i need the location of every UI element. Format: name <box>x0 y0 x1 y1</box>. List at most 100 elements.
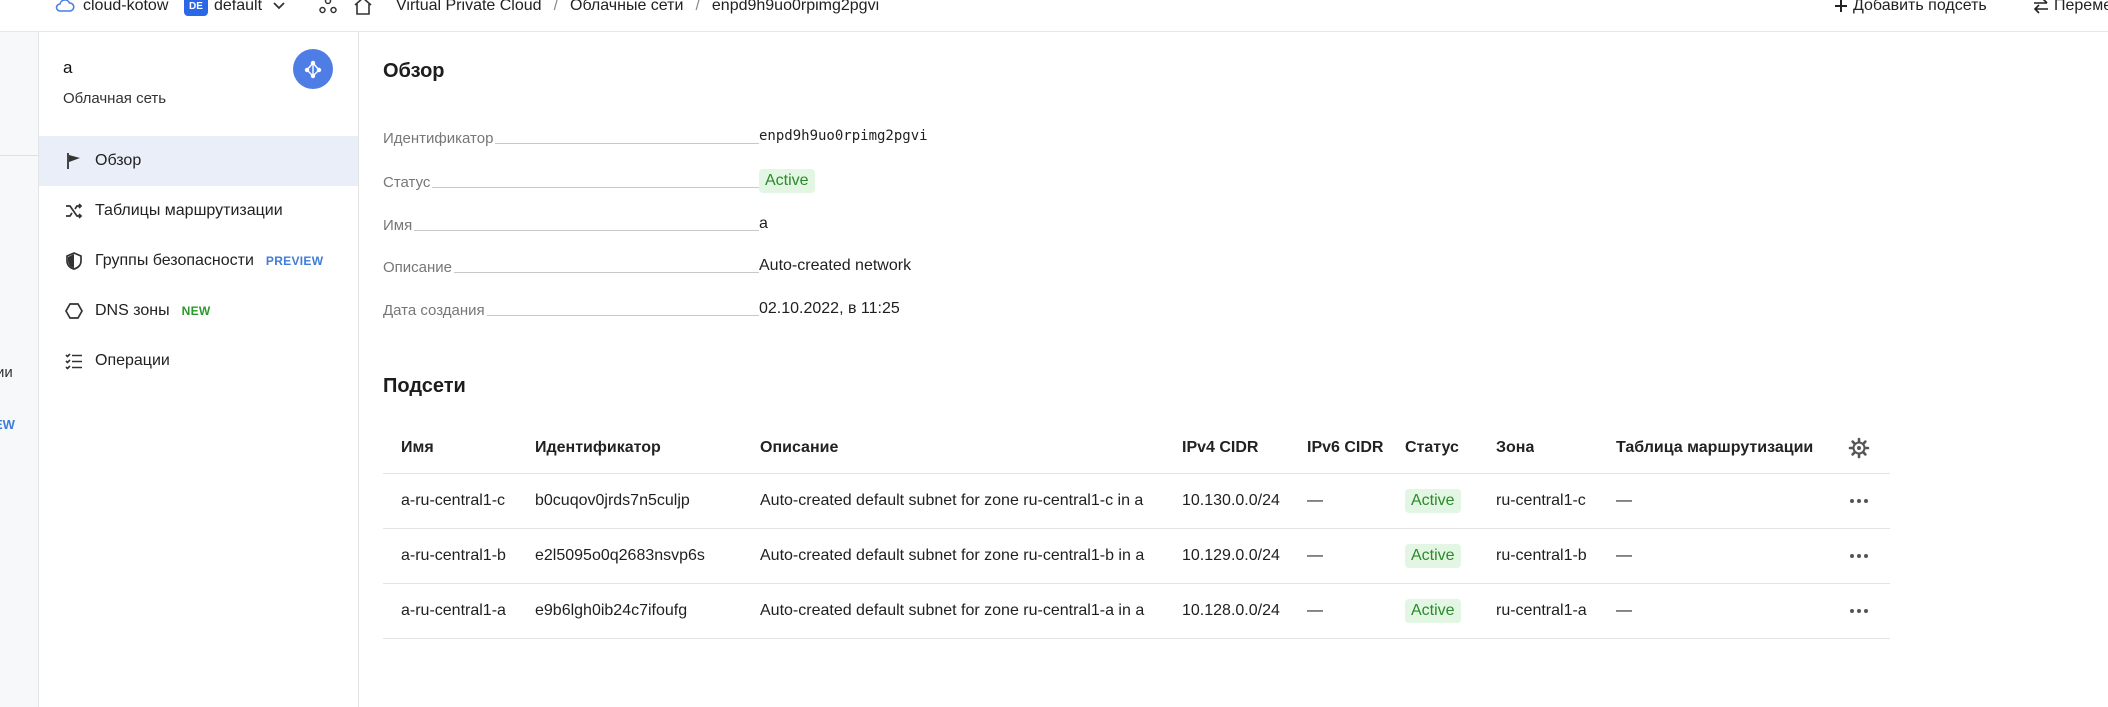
subnet-zone: ru-central1-b <box>1496 547 1587 564</box>
overview-heading: Обзор <box>383 60 445 82</box>
table-row[interactable]: a-ru-central1-a e9b6lgh0ib24c7ifoufg Aut… <box>383 584 1890 639</box>
subnet-ipv6: — <box>1307 602 1323 619</box>
row-actions-button[interactable] <box>1839 474 1879 528</box>
subnet-ipv4: 10.130.0.0/24 <box>1182 492 1280 509</box>
property-label: Идентификатор <box>383 130 494 147</box>
column-header[interactable]: IPv6 CIDR <box>1307 423 1383 473</box>
row-actions-button[interactable] <box>1839 529 1879 583</box>
network-description-value: Auto-created network <box>759 257 912 274</box>
top-bar: cloud-kotow DE default Virtual Private C… <box>0 0 2108 32</box>
subnet-name: a-ru-central1-c <box>401 492 506 509</box>
status-badge: Active <box>759 169 815 193</box>
subnet-description: Auto-created default subnet for zone ru-… <box>760 547 1145 564</box>
subnet-status: Active <box>1405 529 1461 583</box>
sidebar-item-label: DNS зоны <box>95 302 170 319</box>
status-badge: Active <box>1405 489 1461 513</box>
add-subnet-label: Добавить подсеть <box>1853 0 1987 14</box>
sidebar-item-operations[interactable]: Операции <box>39 336 358 386</box>
subnet-zone: ru-central1-a <box>1496 602 1587 619</box>
property-label: Имя <box>383 217 413 234</box>
leader-line <box>486 315 759 316</box>
subnet-status: Active <box>1405 584 1461 638</box>
subnets-table: Имя Идентификатор Описание IPv4 CIDR IPv… <box>383 423 1890 639</box>
network-name: a <box>63 58 73 77</box>
subnet-route-table: — <box>1616 547 1632 564</box>
property-label: Статус <box>383 174 431 191</box>
breadcrumb: Virtual Private Cloud / Облачные сети / … <box>396 0 879 18</box>
subnet-name: a-ru-central1-a <box>401 602 506 619</box>
sidebar-item-dns-zones[interactable]: DNS зоны NEW <box>39 286 358 336</box>
folder-badge: DE <box>184 0 208 16</box>
subnet-route-table: — <box>1616 492 1632 509</box>
more-icon <box>1850 609 1868 613</box>
subnet-ipv6: — <box>1307 492 1323 509</box>
sidebar-item-label: Обзор <box>95 152 142 169</box>
network-created-value: 02.10.2022, в 11:25 <box>759 300 900 317</box>
cloud-selector[interactable]: cloud-kotow <box>55 0 168 18</box>
subnet-status: Active <box>1405 474 1461 528</box>
column-header[interactable]: Зона <box>1496 423 1534 473</box>
gear-icon <box>1848 437 1870 459</box>
table-row[interactable]: a-ru-central1-b e2l5095o0q2683nsvp6s Aut… <box>383 529 1890 584</box>
services-button[interactable] <box>318 0 338 18</box>
move-label: Переме <box>2054 0 2108 14</box>
truncated-nav-text: ии <box>0 364 13 381</box>
row-actions-button[interactable] <box>1839 584 1879 638</box>
network-type: Облачная сеть <box>63 90 167 107</box>
new-tag: NEW <box>181 304 211 318</box>
property-name: Имя <box>383 215 759 235</box>
cloud-icon <box>55 0 75 12</box>
add-subnet-button[interactable]: Добавить подсеть <box>1834 0 1987 18</box>
breadcrumb-separator: / <box>553 0 559 14</box>
table-settings-button[interactable] <box>1839 423 1879 473</box>
network-id-value: enpd9h9uo0rpimg2pgvi <box>759 128 928 144</box>
shield-icon <box>63 250 85 272</box>
subnet-zone: ru-central1-c <box>1496 492 1586 509</box>
flag-icon <box>63 150 85 172</box>
column-header[interactable]: Идентификатор <box>535 423 661 473</box>
sidebar-item-route-tables[interactable]: Таблицы маршрутизации <box>39 186 358 236</box>
status-badge: Active <box>1405 599 1461 623</box>
table-header: Имя Идентификатор Описание IPv4 CIDR IPv… <box>383 423 1890 474</box>
leader-line <box>454 272 759 273</box>
move-button[interactable]: Переме <box>2032 0 2108 18</box>
subnets-heading: Подсети <box>383 375 466 397</box>
sidebar: a Облачная сеть Обзор Таблицы маршрутиза… <box>39 32 359 707</box>
leader-line <box>432 187 759 188</box>
home-icon <box>354 0 372 15</box>
folder-selector[interactable]: DE default <box>184 0 286 18</box>
column-header[interactable]: Имя <box>401 423 434 473</box>
subnet-ipv4: 10.129.0.0/24 <box>1182 547 1280 564</box>
breadcrumb-vpc[interactable]: Virtual Private Cloud <box>396 0 542 15</box>
breadcrumb-networks[interactable]: Облачные сети <box>570 0 683 15</box>
more-icon <box>1850 499 1868 503</box>
column-header[interactable]: Статус <box>1405 423 1459 473</box>
column-header[interactable]: IPv4 CIDR <box>1182 423 1258 473</box>
shuffle-icon <box>63 200 85 222</box>
checklist-icon <box>63 350 85 372</box>
column-header[interactable]: Таблица маршрутизации <box>1616 423 1813 473</box>
home-button[interactable] <box>352 0 374 18</box>
subnet-id: e9b6lgh0ib24c7ifoufg <box>535 602 688 619</box>
property-created: Дата создания <box>383 300 759 320</box>
swap-icon <box>2033 0 2048 14</box>
subnet-ipv4: 10.128.0.0/24 <box>1182 602 1280 619</box>
table-row[interactable]: a-ru-central1-c b0cuqov0jrds7n5culjp Aut… <box>383 474 1890 529</box>
subnet-ipv6: — <box>1307 547 1323 564</box>
sidebar-item-overview[interactable]: Обзор <box>39 136 358 186</box>
breadcrumb-current: enpd9h9uo0rpimg2pgvi <box>711 0 880 14</box>
sidebar-item-security-groups[interactable]: Группы безопасности PREVIEW <box>39 236 358 286</box>
network-status-value: Active <box>759 169 815 193</box>
truncated-preview-tag: EW <box>0 417 15 432</box>
leader-line <box>414 230 759 231</box>
services-icon <box>319 0 337 14</box>
divider <box>0 155 38 156</box>
leader-line <box>495 143 759 144</box>
chevron-down-icon <box>273 2 285 10</box>
property-label: Дата создания <box>383 302 485 319</box>
cloud-name: cloud-kotow <box>83 0 169 14</box>
column-header[interactable]: Описание <box>760 423 1162 473</box>
subnet-description: Auto-created default subnet for zone ru-… <box>760 602 1145 619</box>
subnet-name: a-ru-central1-b <box>401 547 506 564</box>
folder-name: default <box>214 0 263 14</box>
